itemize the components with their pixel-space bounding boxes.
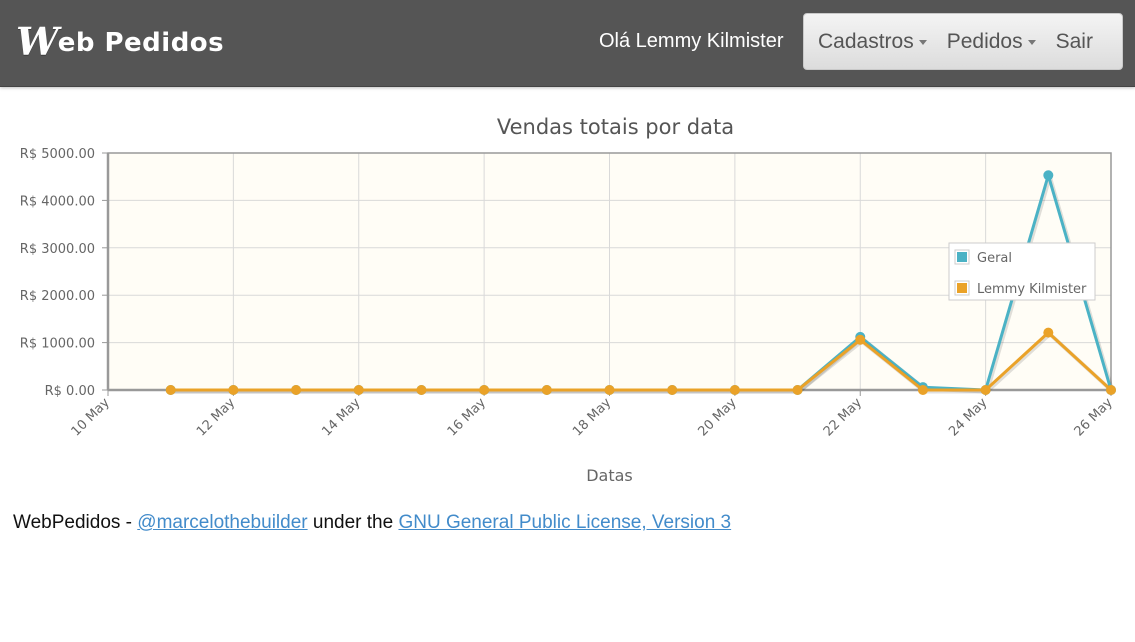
data-point: [667, 385, 678, 395]
y-tick-label: R$ 5000.00: [20, 147, 95, 162]
menu-pedidos[interactable]: Pedidos: [947, 30, 1036, 54]
data-point: [479, 385, 490, 395]
user-greeting: Olá Lemmy Kilmister: [599, 30, 784, 52]
x-tick-label: 12 May: [194, 395, 238, 439]
brand-logo[interactable]: Web Pedidos: [16, 16, 224, 66]
data-point: [541, 385, 552, 395]
y-tick-label: R$ 0.00: [45, 384, 95, 399]
author-link[interactable]: @marcelothebuilder: [137, 512, 307, 533]
data-point: [1106, 385, 1116, 395]
x-axis-label: Datas: [586, 466, 633, 485]
data-point: [1043, 327, 1054, 338]
x-tick-label: 22 May: [821, 395, 865, 439]
y-tick-label: R$ 3000.00: [20, 242, 95, 257]
data-point: [729, 385, 740, 395]
data-point: [792, 385, 803, 395]
y-tick-label: R$ 4000.00: [20, 194, 95, 209]
x-tick-label: 26 May: [1072, 395, 1116, 439]
legend-swatch: [957, 252, 967, 262]
legend-swatch: [957, 283, 967, 293]
menu-sair-label: Sair: [1055, 29, 1093, 53]
footer: WebPedidos - @marcelothebuilder under th…: [13, 512, 731, 534]
brand-logo-letter: W: [16, 18, 59, 64]
data-point: [165, 385, 176, 395]
chart-title: Vendas totais por data: [497, 115, 734, 139]
main-menu: Cadastros Pedidos Sair: [803, 13, 1123, 70]
data-point: [416, 385, 427, 395]
caret-down-icon: [1027, 40, 1036, 45]
x-tick-label: 20 May: [695, 395, 739, 439]
legend-label: Lemmy Kilmister: [977, 282, 1087, 297]
x-tick-label: 18 May: [570, 395, 614, 439]
sales-chart-svg: R$ 0.00 R$ 1000.00 R$ 2000.00 R$ 3000.00 R$ …: [20, 115, 1116, 485]
x-tick-label: 24 May: [946, 395, 990, 439]
footer-middle: under the: [307, 512, 399, 533]
data-point: [353, 385, 364, 395]
footer-prefix: WebPedidos -: [13, 512, 138, 533]
data-point: [228, 385, 239, 395]
data-point: [604, 385, 615, 395]
menu-pedidos-label: Pedidos: [946, 29, 1023, 53]
x-tick-label: 10 May: [69, 395, 113, 439]
x-tick-label: 16 May: [445, 395, 489, 439]
navbar: Web Pedidos Olá Lemmy Kilmister Cadastro…: [0, 0, 1135, 87]
license-link[interactable]: GNU General Public License, Version 3: [398, 512, 731, 533]
caret-down-icon: [918, 40, 927, 45]
x-tick-label: 14 May: [319, 395, 363, 439]
legend-label: Geral: [977, 251, 1012, 266]
data-point: [855, 334, 866, 345]
menu-cadastros[interactable]: Cadastros: [818, 30, 927, 54]
data-point: [1043, 170, 1054, 181]
data-point: [980, 385, 991, 395]
data-point: [291, 385, 302, 395]
menu-cadastros-label: Cadastros: [818, 29, 914, 53]
menu-sair[interactable]: Sair: [1056, 30, 1093, 54]
y-tick-label: R$ 1000.00: [20, 337, 95, 352]
y-tick-label: R$ 2000.00: [20, 289, 95, 304]
brand-logo-text: eb Pedidos: [57, 28, 225, 58]
sales-chart: R$ 0.00 R$ 1000.00 R$ 2000.00 R$ 3000.00 R$ …: [0, 100, 1135, 500]
data-point: [917, 385, 928, 395]
